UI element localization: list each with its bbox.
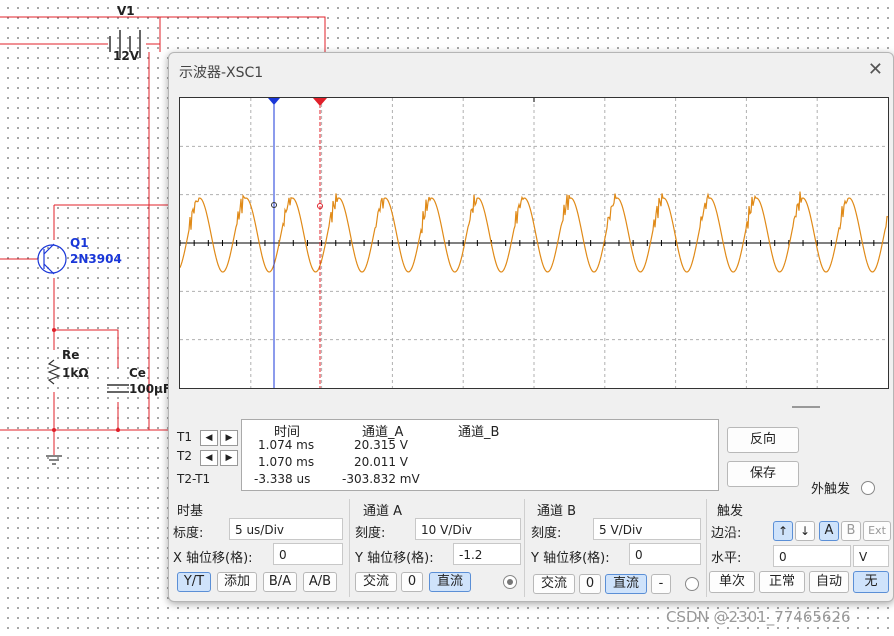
add-mode-button[interactable]: 添加 (217, 572, 257, 592)
channel-b-y-position-label: Y 轴位移(格): (531, 551, 610, 566)
ground-symbol (46, 455, 62, 465)
transistor-q1-symbol (37, 243, 67, 275)
channel-b-ac-button[interactable]: 交流 (533, 574, 575, 594)
trigger-title: 触发 (717, 504, 744, 519)
cursor-t2-marker (313, 98, 327, 106)
trigger-level-field[interactable]: 0 (773, 545, 851, 567)
delta-time-value: -3.338 us (254, 472, 311, 486)
x-position-field[interactable]: 0 (273, 543, 343, 565)
channel-b-scale-field[interactable]: 5 V/Div (593, 518, 701, 540)
external-trigger-label: 外触发 (811, 482, 851, 497)
t1-left-arrow-icon[interactable]: ◀ (200, 430, 218, 446)
resistor-re-symbol (47, 359, 61, 385)
header-channel-b: 通道_B (458, 425, 500, 440)
channel-b-minus-button[interactable]: - (651, 574, 671, 594)
battery-value-label: 12V (113, 49, 139, 63)
channel-a-scale-field[interactable]: 10 V/Div (415, 518, 521, 540)
yt-mode-button[interactable]: Y/T (177, 572, 211, 592)
external-trigger-radio[interactable] (861, 481, 875, 495)
transistor-model-label: 2N3904 (70, 252, 122, 266)
capacitor-ce-symbol (107, 384, 129, 393)
battery-name-label: V1 (117, 4, 135, 18)
t1-channel-a-value: 20.315 V (354, 438, 409, 452)
trigger-level-unit-select[interactable]: V (853, 545, 889, 567)
trigger-single-button[interactable]: 单次 (709, 571, 755, 593)
channel-a-dc-button[interactable]: 直流 (429, 572, 471, 592)
channel-b-y-position-field[interactable]: 0 (629, 543, 701, 565)
channel-a-ac-button[interactable]: 交流 (355, 572, 397, 592)
trigger-source-ext-button[interactable]: Ext (863, 521, 891, 541)
section-divider (706, 499, 707, 597)
resistor-name-label: Re (62, 348, 80, 362)
section-divider (524, 499, 525, 597)
trigger-auto-button[interactable]: 自动 (809, 571, 849, 593)
x-position-label: X 轴位移(格): (173, 551, 253, 566)
channel-b-radio[interactable] (685, 577, 699, 591)
junction-dots (52, 328, 120, 432)
t2-label: T2 (177, 449, 192, 463)
channel-b-scale-label: 刻度: (531, 526, 562, 541)
section-divider (349, 499, 350, 597)
panel-splitter-handle[interactable] (792, 406, 820, 408)
t1-right-arrow-icon[interactable]: ▶ (220, 430, 238, 446)
reverse-button[interactable]: 反向 (727, 427, 799, 453)
cursor-t1-marker (268, 98, 280, 105)
watermark: CSDN @2301_77465626 (666, 608, 851, 626)
timebase-scale-field[interactable]: 5 us/Div (229, 518, 343, 540)
ba-mode-button[interactable]: B/A (263, 572, 297, 592)
channel-a-scale-label: 刻度: (355, 526, 386, 541)
window-title: 示波器-XSC1 (179, 65, 264, 81)
oscilloscope-screen[interactable] (179, 97, 889, 389)
t2-right-arrow-icon[interactable]: ▶ (220, 450, 238, 466)
channel-b-zero-button[interactable]: 0 (579, 574, 601, 594)
channel-a-zero-button[interactable]: 0 (401, 572, 423, 592)
channel-a-title: 通道 A (363, 504, 403, 519)
trigger-edge-label: 边沿: (711, 526, 742, 541)
timebase-title: 时基 (177, 504, 204, 519)
trigger-normal-button[interactable]: 正常 (759, 571, 805, 593)
t2-left-arrow-icon[interactable]: ◀ (200, 450, 218, 466)
t2-t1-label: T2-T1 (177, 472, 211, 486)
resistor-value-label: 1kΩ (62, 366, 89, 380)
oscilloscope-window: 示波器-XSC1 ✕ T1 ◀ ▶ T2 ◀ ▶ T2-T1 时间 通道_A 通… (168, 52, 894, 602)
measurement-readout: 时间 通道_A 通道_B 1.074 ms 20.315 V 1.070 ms … (241, 419, 719, 491)
save-button[interactable]: 保存 (727, 461, 799, 487)
close-icon[interactable]: ✕ (868, 59, 883, 80)
t1-time-value: 1.074 ms (258, 438, 315, 452)
channel-b-dc-button[interactable]: 直流 (605, 574, 647, 594)
trigger-none-button[interactable]: 无 (853, 571, 889, 593)
trigger-source-b-button[interactable]: B (841, 521, 861, 541)
channel-b-title: 通道 B (537, 504, 577, 519)
t2-time-value: 1.070 ms (258, 455, 315, 469)
channel-a-y-position-field[interactable]: -1.2 (453, 543, 521, 565)
capacitor-value-label: 100μF (129, 382, 172, 396)
timebase-scale-label: 标度: (173, 526, 204, 541)
t1-label: T1 (177, 430, 192, 444)
capacitor-name-label: Ce (129, 366, 146, 380)
ab-mode-button[interactable]: A/B (303, 572, 337, 592)
transistor-name-label: Q1 (70, 236, 89, 250)
t2-channel-a-value: 20.011 V (354, 455, 409, 469)
rising-edge-icon[interactable]: ↑ (773, 521, 793, 541)
channel-a-y-position-label: Y 轴位移(格): (355, 551, 434, 566)
waveform-display (179, 98, 889, 388)
trigger-level-label: 水平: (711, 551, 742, 566)
falling-edge-icon[interactable]: ↓ (795, 521, 815, 541)
delta-channel-a-value: -303.832 mV (342, 472, 420, 486)
channel-a-radio[interactable] (503, 575, 517, 589)
trigger-source-a-button[interactable]: A (819, 521, 839, 541)
